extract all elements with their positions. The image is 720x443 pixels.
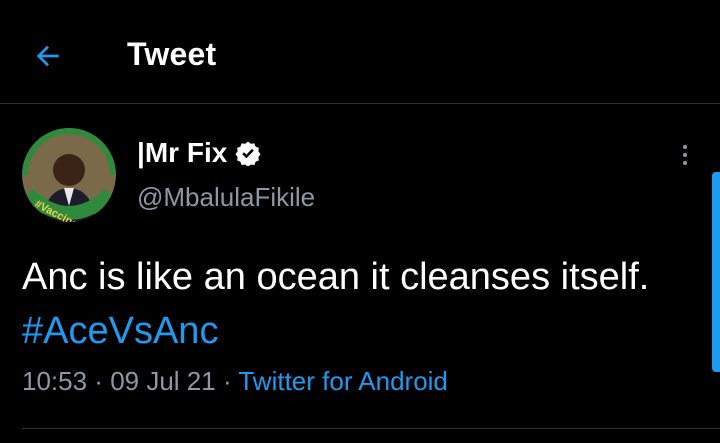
meta-separator: · xyxy=(87,366,111,396)
tweet-meta: 10:53 · 09 Jul 21 · Twitter for Android xyxy=(22,366,448,397)
back-arrow-icon xyxy=(36,45,59,67)
tweet-date: 09 Jul 21 xyxy=(110,366,216,396)
author-display-name: |Mr Fix xyxy=(137,137,228,168)
author-name-row[interactable]: |Mr Fix xyxy=(137,137,261,169)
divider xyxy=(22,428,720,429)
tweet-source-link[interactable]: Twitter for Android xyxy=(238,366,448,396)
back-button[interactable] xyxy=(30,38,66,74)
meta-separator: · xyxy=(215,366,239,396)
top-bar: Tweet xyxy=(0,0,720,104)
tweet-body: Anc is like an ocean it cleanses itself. xyxy=(22,256,650,298)
page-title: Tweet xyxy=(127,36,217,72)
scrollbar[interactable] xyxy=(712,172,720,372)
more-options-button[interactable] xyxy=(672,138,698,172)
author-handle[interactable]: @MbalulaFikile xyxy=(137,182,315,213)
more-dot-icon xyxy=(683,153,687,157)
verified-badge-icon xyxy=(235,140,261,166)
tweet-text: Anc is like an ocean it cleanses itself.… xyxy=(22,250,692,358)
hashtag-link[interactable]: #AceVsAnc xyxy=(22,310,218,352)
avatar[interactable]: #Vaccinate xyxy=(22,128,116,222)
tweet-time: 10:53 xyxy=(22,366,88,396)
more-dot-icon xyxy=(683,161,687,165)
more-dot-icon xyxy=(683,145,687,149)
